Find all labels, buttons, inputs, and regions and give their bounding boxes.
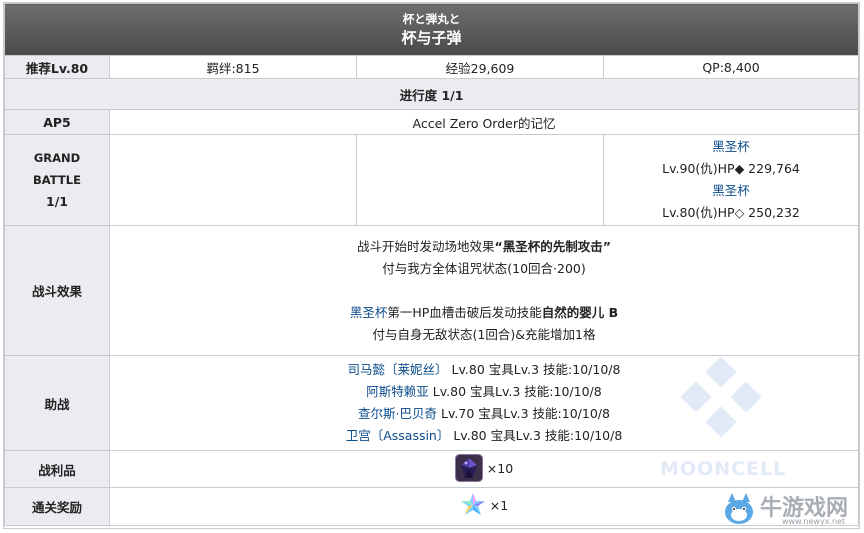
enemy-stats: Lv.90(仇)HP◆ 229,764 [662,161,800,176]
servant-info: Lv.80 宝具Lv.3 技能:10/10/8 [428,384,602,399]
skill-name: 自然的婴儿 B [541,304,619,320]
reward-label: 通关奖励 [4,487,110,526]
quest-location: Accel Zero Order的记忆 [109,109,859,135]
exp-value: 经验29,609 [356,55,604,79]
servant-info: Lv.80 宝具Lv.3 技能:10/10/8 [449,428,623,443]
effect-line: 付与我方全体诅咒状态(10回合·200) [382,260,586,276]
enemy-slot: 黑圣杯 Lv.90(仇)HP◆ 229,764 黑圣杯 Lv.80(仇)HP◇ … [603,134,859,226]
battle-label-line: GRAND [33,151,81,165]
effect-line: 战斗开始时发动场地效果“黑圣杯的先制攻击” [110,236,858,258]
servant-info: Lv.80 宝具Lv.3 技能:10/10/8 [447,362,621,377]
support-list: 司马懿〔莱妮丝〕 Lv.80 宝具Lv.3 技能:10/10/8 阿斯特赖亚 L… [109,355,859,451]
support-item: 司马懿〔莱妮丝〕 Lv.80 宝具Lv.3 技能:10/10/8 [110,359,858,381]
quest-table: 杯と弾丸と 杯与子弹 推荐Lv.80 羁绊:815 经验29,609 QP:8,… [4,3,859,526]
ap-cost: AP5 [4,109,110,135]
saint-quartz-icon[interactable] [460,492,486,521]
drops-content: ×10 [109,450,859,488]
reward-content: ×1 [109,487,859,526]
servant-info: Lv.70 宝具Lv.3 技能:10/10/8 [437,406,610,421]
enemy-name-link[interactable]: 黑圣杯 [350,305,388,320]
battle-label: GRAND BATTLE 1/1 [4,134,110,226]
drop-count: ×10 [486,460,514,476]
support-item: 阿斯特赖亚 Lv.80 宝具Lv.3 技能:10/10/8 [110,381,858,403]
effect-text: 第一HP血槽击破后发动技能 [387,304,542,320]
quest-title: 杯与子弹 [401,28,462,47]
quest-header: 杯と弾丸と 杯与子弹 [4,3,859,56]
qp-value: QP:8,400 [603,55,859,79]
effect-name: “黑圣杯的先制攻击” [494,238,611,254]
recommended-level: 推荐Lv.80 [4,55,110,79]
reward-count: ×1 [489,498,509,513]
servant-link[interactable]: 司马懿〔莱妮丝〕 [348,362,448,377]
battle-label-line: BATTLE [33,173,81,187]
bond-value: 羁绊:815 [109,55,357,79]
quest-subtitle: 杯と弾丸と [402,11,461,26]
progress-label: 进行度 1/1 [4,78,859,110]
enemy-slot-empty [109,134,357,226]
enemy-name-link[interactable]: 黑圣杯 [712,183,750,198]
effect-text: 战斗开始时发动场地效果 [357,238,495,254]
enemy-name-link[interactable]: 黑圣杯 [712,139,750,154]
effects-label: 战斗效果 [4,225,110,356]
drops-label: 战利品 [4,450,110,488]
effects-content: 战斗开始时发动场地效果“黑圣杯的先制攻击” 付与我方全体诅咒状态(10回合·20… [109,225,859,356]
dark-crystal-icon[interactable] [454,453,483,485]
effect-line: 黑圣杯第一HP血槽击破后发动技能自然的婴儿 B [110,302,858,324]
battle-label-line: 1/1 [46,194,68,209]
support-item: 查尔斯·巴贝奇 Lv.70 宝具Lv.3 技能:10/10/8 [110,403,858,425]
servant-link[interactable]: 查尔斯·巴贝奇 [358,406,437,421]
servant-link[interactable]: 阿斯特赖亚 [366,384,429,399]
support-label: 助战 [4,355,110,451]
quest-table-frame: 杯と弾丸と 杯与子弹 推荐Lv.80 羁绊:815 经验29,609 QP:8,… [3,2,860,529]
enemy-stats: Lv.80(仇)HP◇ 250,232 [662,205,800,220]
servant-link[interactable]: 卫宫〔Assassin〕 [346,428,450,443]
enemy-slot-empty [356,134,604,226]
effect-line: 付与自身无敌状态(1回合)&充能增加1格 [372,326,596,342]
support-item: 卫宫〔Assassin〕 Lv.80 宝具Lv.3 技能:10/10/8 [110,425,858,447]
